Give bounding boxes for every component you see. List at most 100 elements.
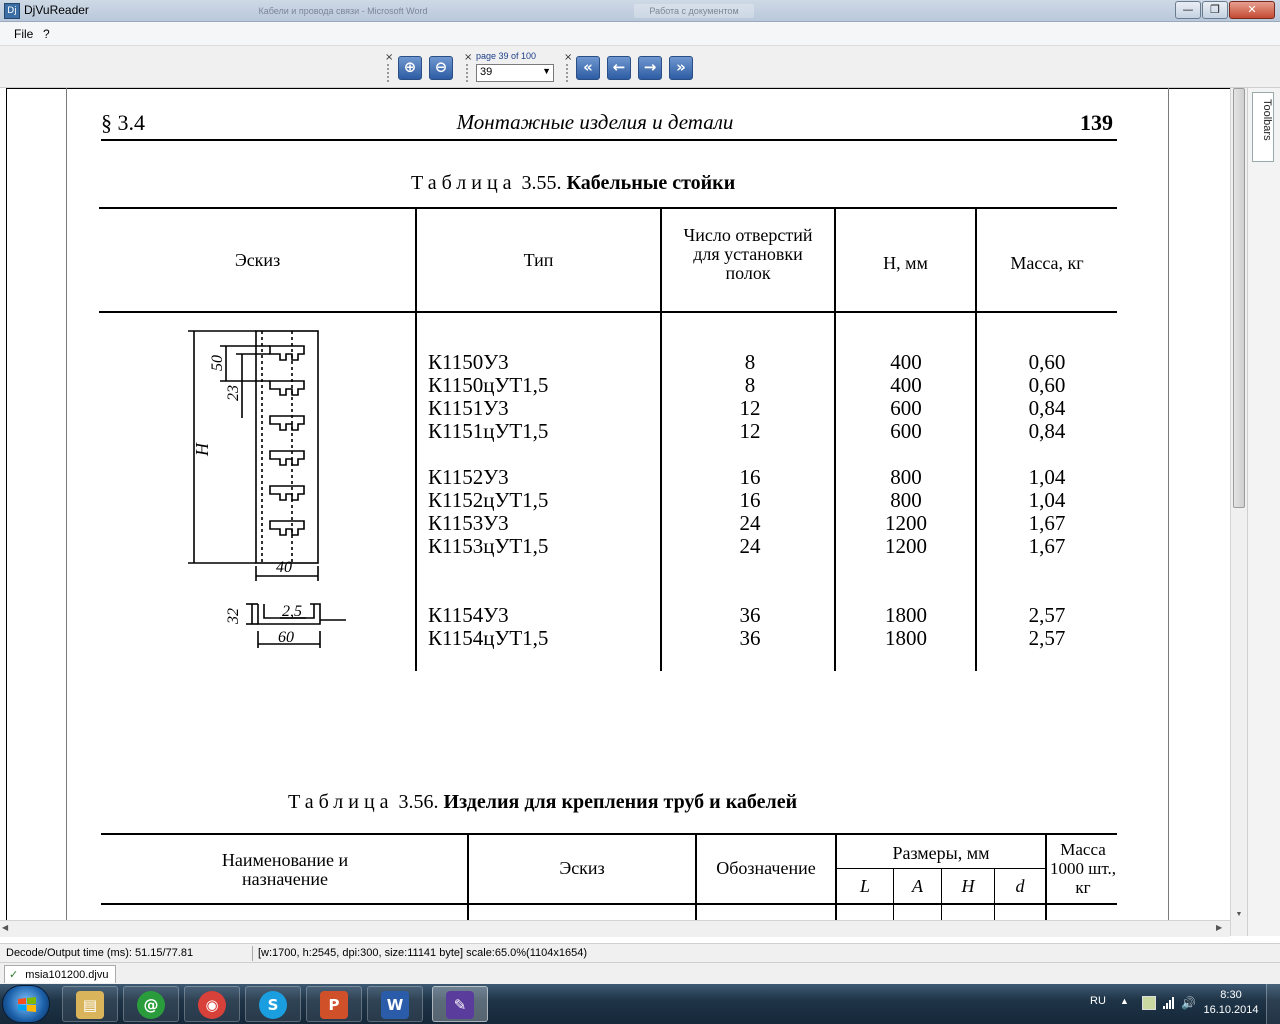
folder-icon: ▤	[76, 991, 104, 1019]
document-tab-bar: ✓ msia101200.djvu	[0, 962, 1280, 984]
table-cell: 600	[890, 419, 922, 443]
windows-logo-icon	[18, 997, 36, 1012]
column-header-type: Тип	[523, 250, 554, 270]
table-caption-title: Кабельные стойки	[566, 172, 736, 194]
menu-help[interactable]: ?	[43, 27, 50, 41]
dimension-label: 2,5	[282, 603, 302, 620]
table-rule	[99, 207, 1117, 209]
mass-column: 0,60 0,60 0,84 0,84 1,04 1,04 1,67 1,67 …	[997, 351, 1097, 650]
chevron-down-icon[interactable]: ▼	[542, 66, 551, 76]
document-tab-label: msia101200.djvu	[25, 969, 109, 981]
scroll-left-arrow-icon[interactable]: ◀	[2, 923, 8, 932]
table-cell: 1,67	[1028, 511, 1066, 535]
dimension-label: 40	[276, 559, 292, 576]
table-cell	[428, 558, 548, 581]
maximize-button[interactable]: ❐	[1202, 1, 1228, 19]
next-page-button[interactable]: →	[638, 56, 662, 80]
close-toolbar-nav-icon[interactable]: ×	[564, 52, 572, 63]
document-view[interactable]: § 3.4 Монтажные изделия и детали 139 Таб…	[0, 88, 1247, 936]
taskbar-file-explorer[interactable]: ▤	[62, 986, 118, 1022]
table-cell: К1153цУТ1,5	[428, 534, 549, 558]
vertical-scroll-thumb[interactable]	[1233, 88, 1245, 508]
taskbar-powerpoint-viewer[interactable]: P	[306, 986, 362, 1022]
chrome-icon: ◉	[198, 991, 226, 1019]
column-header-dimensions: Размеры, мм	[892, 843, 990, 863]
table-rule	[101, 903, 1117, 905]
page-margin-line	[1168, 88, 1169, 936]
table-cell	[997, 443, 1097, 466]
table-caption: Таблица 3.56. Изделия для крепления труб…	[288, 791, 797, 814]
page-number: 139	[1080, 110, 1113, 135]
vertical-scrollbar[interactable]: ▲ ▼	[1230, 88, 1247, 936]
close-toolbar-zoom-icon[interactable]: ×	[385, 52, 393, 63]
document-info-status: [w:1700, h:2545, dpi:300, size:11141 byt…	[258, 947, 588, 959]
status-divider	[252, 946, 253, 961]
table-cell: К1153У3	[428, 511, 509, 535]
taskbar-word[interactable]: W	[367, 986, 423, 1022]
taskbar-mail-agent[interactable]: @	[123, 986, 179, 1022]
type-column: К1150У3 К1150цУТ1,5 К1151У3 К1151цУТ1,5 …	[428, 351, 548, 650]
taskbar-djvureader[interactable]: ✎	[432, 986, 488, 1022]
network-signal-icon[interactable]	[1162, 996, 1176, 1010]
dimension-label: 50	[209, 355, 226, 371]
toolbars-tab[interactable]: Toolbars	[1252, 92, 1274, 162]
last-page-button[interactable]: »	[669, 56, 693, 80]
table-caption-number: 3.55.	[521, 172, 562, 194]
table-cell	[997, 558, 1097, 581]
scroll-right-arrow-icon[interactable]: ▶	[1216, 923, 1222, 932]
page-margin-line	[66, 88, 67, 936]
clock-date: 16.10.2014	[1203, 1004, 1259, 1016]
scroll-down-arrow-icon[interactable]: ▼	[1231, 908, 1247, 922]
page-border	[6, 88, 7, 936]
table-cell: 24	[739, 534, 761, 558]
background-window-title: Работа с документом	[634, 4, 754, 18]
close-button[interactable]: ✕	[1229, 1, 1275, 19]
table-cell: 0,60	[1028, 373, 1066, 397]
table-cell	[700, 581, 800, 604]
zoom-out-button[interactable]: ⊖	[429, 56, 453, 80]
toolbars-tab-label: Toolbars	[1261, 99, 1273, 141]
zoom-in-button[interactable]: ⊕	[398, 56, 422, 80]
page-border	[6, 88, 1230, 89]
table-column-divider	[660, 208, 662, 671]
horizontal-scrollbar[interactable]: ◀ ▶	[0, 920, 1230, 937]
table-cell: 36	[739, 626, 761, 650]
clock-time: 8:30	[1220, 989, 1242, 1001]
minimize-button[interactable]: —	[1175, 1, 1201, 19]
table-cell	[856, 581, 956, 604]
start-button[interactable]	[2, 985, 50, 1023]
show-desktop-button[interactable]	[1266, 984, 1280, 1024]
show-hidden-icons-icon[interactable]: ▲	[1120, 996, 1129, 1006]
decode-time-status: Decode/Output time (ms): 51.15/77.81	[6, 947, 194, 959]
page-running-title: Монтажные изделия и детали	[456, 110, 734, 134]
first-page-button[interactable]: «	[576, 56, 600, 80]
table-caption: Таблица 3.55. Кабельные стойки	[411, 172, 735, 195]
page-counter-label: page 39 of 100	[476, 51, 537, 61]
table-cell: К1154У3	[428, 603, 509, 627]
language-indicator[interactable]: RU	[1090, 995, 1106, 1007]
system-clock[interactable]: 8:30 16.10.2014	[1203, 988, 1259, 1018]
menu-bar: File ?	[0, 22, 1280, 46]
previous-page-button[interactable]: ←	[607, 56, 631, 80]
table-cell: К1150цУТ1,5	[428, 373, 549, 397]
table-cell: 2,57	[1028, 626, 1066, 650]
powerpoint-icon: P	[320, 991, 348, 1019]
taskbar-skype[interactable]: S	[245, 986, 301, 1022]
page-select[interactable]: 39 ▼	[476, 64, 554, 82]
toolbar-grip[interactable]	[566, 64, 568, 82]
at-sign-icon: @	[137, 991, 165, 1019]
table-cell	[997, 581, 1097, 604]
toolbar-grip[interactable]	[387, 64, 389, 82]
column-header-h: H, мм	[883, 253, 928, 273]
table-cell: 800	[890, 488, 922, 512]
close-toolbar-page-icon[interactable]: ×	[464, 52, 472, 63]
taskbar-chrome[interactable]: ◉	[184, 986, 240, 1022]
action-center-flag-icon[interactable]	[1142, 996, 1156, 1010]
dimension-label: H	[192, 442, 212, 457]
toolbar-grip[interactable]	[466, 64, 468, 82]
menu-file[interactable]: File	[14, 27, 33, 41]
volume-icon[interactable]: 🔊	[1181, 996, 1196, 1010]
table-cell	[428, 443, 548, 466]
document-tab[interactable]: ✓ msia101200.djvu	[4, 965, 116, 983]
table-caption-title: Изделия для крепления труб и кабелей	[443, 791, 798, 813]
